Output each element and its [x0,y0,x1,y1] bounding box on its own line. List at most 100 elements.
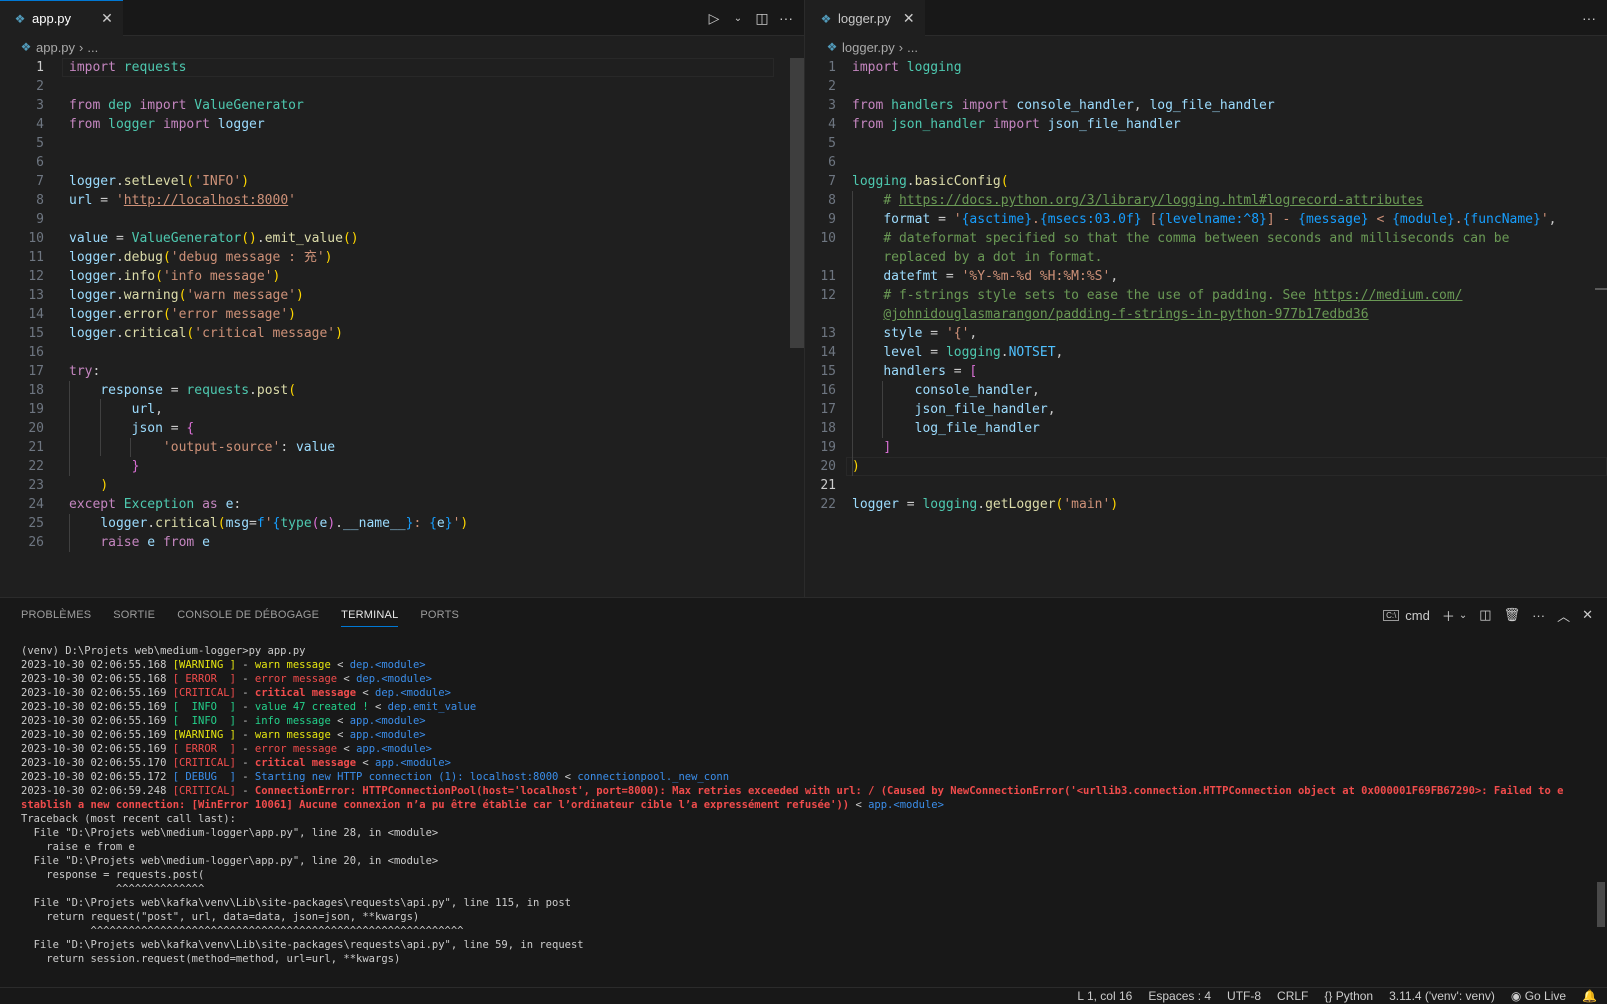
bell-icon[interactable]: 🔔 [1582,989,1597,1003]
code-line[interactable]: 18 response = requests.post( [0,381,804,400]
code-line[interactable]: 17 try: [0,362,804,381]
code-line[interactable]: 18 log_file_handler [806,419,1607,438]
more-icon[interactable]: ··· [1532,608,1545,623]
code-line[interactable]: 21 'output-source': value [0,438,804,457]
code-line[interactable]: 9 [0,210,804,229]
code-line[interactable]: 10 value = ValueGenerator().emit_value() [0,229,804,248]
encoding[interactable]: UTF-8 [1227,989,1261,1003]
code-line[interactable]: 25 logger.critical(msg=f'{type(e).__name… [0,514,804,533]
chevron-down-icon[interactable]: ⌄ [728,13,748,24]
code-line[interactable]: 20) [806,457,1607,476]
code-line[interactable]: 19 url, [0,400,804,419]
close-icon[interactable]: ✕ [99,10,115,27]
code-line[interactable]: 11 datefmt = '%Y-%m-%d %H:%M:%S', [806,267,1607,286]
code-line[interactable]: 2 [806,77,1607,96]
code-line[interactable]: 16 [0,343,804,362]
code-line[interactable]: 2 [0,77,804,96]
code-token: . [256,231,265,246]
code-line[interactable]: 24 except Exception as e: [0,495,804,514]
code-editor[interactable]: 1 import logging 2 3 from handlers import co… [806,58,1607,514]
code-line[interactable]: 1 import requests [0,58,804,77]
code-line[interactable]: 12 logger.info('info message') [0,267,804,286]
code-line[interactable]: @johnidouglasmarangon/padding-f-strings-… [806,305,1607,324]
code-line[interactable]: 15 logger.critical('critical message') [0,324,804,343]
split-editor-icon[interactable]: ◫ [752,10,772,27]
code-token: url [69,193,93,208]
code-token: # [883,193,899,208]
code-line[interactable]: 5 [0,134,804,153]
go-live-button[interactable]: ◉ Go Live [1511,989,1566,1003]
code-line[interactable]: 26 raise e from e [0,533,804,552]
tab-app-py[interactable]: ❖ app.py ✕ [0,0,124,36]
split-terminal-icon[interactable]: ◫ [1479,607,1491,623]
terminal-output[interactable]: (venv) D:\Projets web\medium-logger>py a… [21,644,1567,966]
code-line[interactable]: 3 from dep import ValueGenerator [0,96,804,115]
code-line[interactable]: 22 logger = logging.getLogger('main') [806,495,1607,514]
code-line[interactable]: 10 # dateformat specified so that the co… [806,229,1607,248]
code-line[interactable]: replaced by a dot in format. [806,248,1607,267]
code-line[interactable]: 12 # f-strings style sets to ease the us… [806,286,1607,305]
code-token: as [202,497,226,512]
vertical-scrollbar[interactable] [790,58,804,348]
code-line[interactable]: 19 ] [806,438,1607,457]
line-content: format = '{asctime}.{msecs:03.0f} [{leve… [852,210,1556,229]
shell-label[interactable]: cmd [1405,608,1430,623]
maximize-panel-icon[interactable]: ︿ [1557,606,1570,625]
terminal-token: 2023-10-30 02:06:55.172 [21,771,173,783]
code-line[interactable]: 21 [806,476,1607,495]
language-mode[interactable]: {} Python [1324,989,1373,1003]
code-editor[interactable]: 1 import requests 2 3 from dep import ValueG… [0,58,804,552]
run-icon[interactable]: ▷ [704,10,724,27]
code-line[interactable]: 17 json_file_handler, [806,400,1607,419]
code-line[interactable]: 22 } [0,457,804,476]
code-line[interactable]: 5 [806,134,1607,153]
close-panel-icon[interactable]: ✕ [1582,607,1593,623]
close-icon[interactable]: ✕ [901,10,917,27]
code-line[interactable]: 15 handlers = [ [806,362,1607,381]
python-interpreter[interactable]: 3.11.4 ('venv': venv) [1389,989,1495,1003]
code-line[interactable]: 8 # https://docs.python.org/3/library/lo… [806,191,1607,210]
chevron-down-icon[interactable]: ⌄ [1459,610,1467,621]
code-line[interactable]: 8 url = 'http://localhost:8000' [0,191,804,210]
panel-tab-ports[interactable]: PORTS [420,609,459,621]
code-token: import [992,117,1048,132]
panel-tab-console-de-d-bogage[interactable]: CONSOLE DE DÉBOGAGE [177,609,319,621]
add-terminal-icon[interactable]: ＋ [1442,606,1455,625]
line-number: 11 [820,269,836,284]
code-line[interactable]: 13 logger.warning('warn message') [0,286,804,305]
code-line[interactable]: 1 import logging [806,58,1607,77]
code-line[interactable]: 13 style = '{', [806,324,1607,343]
code-line[interactable]: 7 logger.setLevel('INFO') [0,172,804,191]
cursor-position[interactable]: L 1, col 16 [1077,989,1132,1003]
terminal-token: - [235,743,255,755]
line-endings[interactable]: CRLF [1277,989,1308,1003]
code-line[interactable]: 7 logging.basicConfig( [806,172,1607,191]
more-icon[interactable]: ··· [776,10,796,26]
tab-logger-py[interactable]: ❖ logger.py ✕ [806,0,925,36]
code-token: logger [852,497,899,512]
panel-tab-terminal[interactable]: TERMINAL [341,609,399,627]
code-line[interactable]: 3 from handlers import console_handler, l… [806,96,1607,115]
breadcrumb-symbols[interactable]: ... [907,40,918,55]
code-line[interactable]: 6 [806,153,1607,172]
breadcrumb-file[interactable]: app.py [36,40,75,55]
indentation[interactable]: Espaces : 4 [1148,989,1211,1003]
terminal-scrollbar[interactable] [1597,882,1605,927]
code-line[interactable]: 20 json = { [0,419,804,438]
code-line[interactable]: 4 from json_handler import json_file_hand… [806,115,1607,134]
code-line[interactable]: 14 logger.error('error message') [0,305,804,324]
code-line[interactable]: 9 format = '{asctime}.{msecs:03.0f} [{le… [806,210,1607,229]
panel-tab-sortie[interactable]: SORTIE [113,609,155,621]
code-line[interactable]: 16 console_handler, [806,381,1607,400]
code-line[interactable]: 23 ) [0,476,804,495]
more-icon[interactable]: ··· [1579,10,1599,26]
code-line[interactable]: 4 from logger import logger [0,115,804,134]
code-line[interactable]: 11 logger.debug('debug message : 充') [0,248,804,267]
code-line[interactable]: 14 level = logging.NOTSET, [806,343,1607,362]
code-line[interactable]: 6 [0,153,804,172]
trash-icon[interactable]: 🗑 [1504,607,1521,623]
breadcrumb-file[interactable]: logger.py [842,40,895,55]
panel-tab-probl-mes[interactable]: PROBLÈMES [21,609,91,621]
breadcrumb-symbols[interactable]: ... [87,40,98,55]
